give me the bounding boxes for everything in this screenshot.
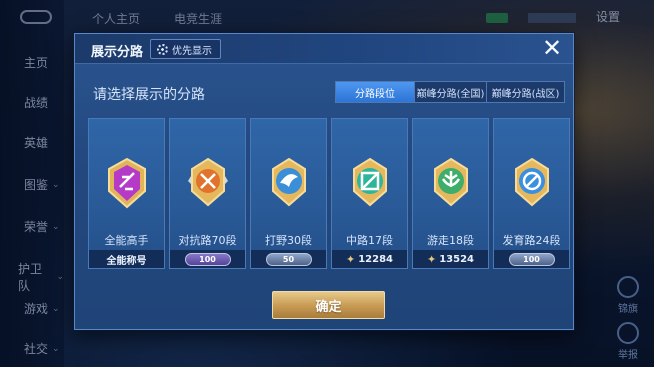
card-label: 全能高手 [104, 234, 149, 247]
jungle-emblem-icon [272, 157, 306, 207]
lane-card-farm[interactable]: 发育路24段 100 [493, 118, 570, 269]
clash-lane-emblem-icon [188, 157, 228, 207]
tab-peak-lane-region[interactable]: 巅峰分路(战区) [486, 82, 564, 102]
lane-card-jungle[interactable]: 打野30段 50 [250, 118, 327, 269]
card-label: 游走18段 [427, 234, 474, 247]
display-lane-dialog: 展示分路 优先显示 ✕ 请选择展示的分路 分路段位 巅峰分路(全国) 巅峰分路(… [74, 33, 574, 330]
card-label: 对抗路70段 [178, 234, 237, 247]
lane-card-clash[interactable]: 对抗路70段 100 [169, 118, 246, 269]
roam-emblem-icon [434, 157, 468, 207]
peak-score: 13524 [439, 253, 474, 265]
lane-card-roam[interactable]: 游走18段 ✦ 13524 [412, 118, 489, 269]
priority-display-button[interactable]: 优先显示 [150, 39, 221, 59]
close-icon: ✕ [541, 34, 563, 62]
card-footer: 100 [494, 250, 569, 268]
close-button[interactable]: ✕ [541, 36, 563, 60]
lane-card-list: 全能高手 全能称号 对抗路70段 100 打野30段 50 中路17段 ✦ 12… [88, 118, 570, 269]
lane-type-tabs: 分路段位 巅峰分路(全国) 巅峰分路(战区) [335, 81, 565, 103]
gear-icon [157, 43, 168, 55]
all-round-title: 全能称号 [106, 255, 147, 267]
card-label: 打野30段 [265, 234, 312, 247]
card-label: 中路17段 [346, 234, 393, 247]
mid-lane-emblem-icon [353, 157, 387, 207]
card-footer: 50 [251, 250, 326, 268]
lane-card-all-round[interactable]: 全能高手 全能称号 [88, 118, 165, 269]
card-footer: 全能称号 [89, 250, 164, 268]
card-footer: ✦ 13524 [413, 250, 488, 268]
dialog-header: 展示分路 优先显示 ✕ [75, 34, 573, 64]
farm-lane-emblem-icon [515, 157, 549, 207]
dialog-title: 展示分路 [91, 45, 144, 60]
all-round-emblem-icon [108, 157, 146, 209]
priority-display-label: 优先显示 [172, 45, 212, 57]
rank-plate-badge: 100 [508, 252, 555, 266]
peak-score: 12284 [358, 253, 393, 265]
card-footer: 100 [170, 250, 245, 268]
tab-lane-rank[interactable]: 分路段位 [336, 82, 414, 102]
lane-card-mid[interactable]: 中路17段 ✦ 12284 [331, 118, 408, 269]
tab-peak-lane-national[interactable]: 巅峰分路(全国) [414, 82, 486, 102]
select-lane-prompt: 请选择展示的分路 [93, 87, 205, 103]
card-footer: ✦ 12284 [332, 250, 407, 268]
star-icon: ✦ [426, 252, 437, 266]
confirm-button[interactable]: 确定 [272, 291, 385, 319]
star-icon: ✦ [345, 252, 356, 266]
card-label: 发育路24段 [502, 234, 561, 247]
rank-plate-badge: 50 [265, 252, 312, 266]
rank-plate-badge: 100 [184, 252, 231, 266]
